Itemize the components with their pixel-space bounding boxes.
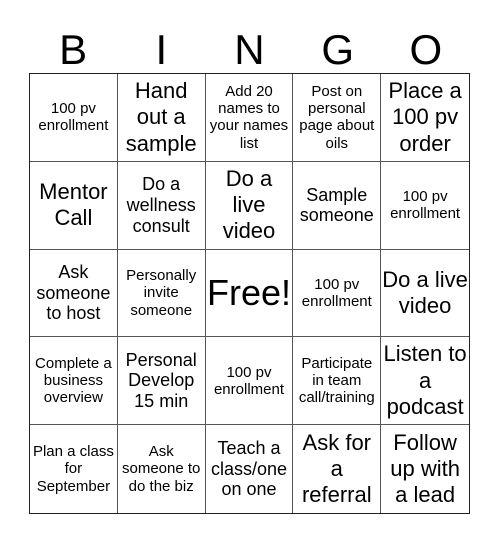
header-letter-b: B xyxy=(59,26,88,73)
bingo-cell[interactable]: 100 pv enrollment xyxy=(30,74,118,162)
bingo-cell[interactable]: 100 pv enrollment xyxy=(293,249,382,338)
header-letter-o: O xyxy=(409,26,443,73)
header-letter-n: N xyxy=(234,26,265,73)
bingo-board: 100 pv enrollment Hand out a sample Add … xyxy=(29,73,470,514)
bingo-cell[interactable]: Hand out a sample xyxy=(117,74,206,162)
bingo-cell[interactable]: Ask someone to do the biz xyxy=(118,425,206,513)
bingo-cell[interactable]: Personal Develop 15 min xyxy=(117,337,206,426)
bingo-cell[interactable]: Post on personal page about oils xyxy=(293,74,382,162)
bingo-cell[interactable]: 100 pv enrollment xyxy=(381,162,469,250)
bingo-cell[interactable]: Do a live video xyxy=(381,250,469,338)
bingo-cell[interactable]: Plan a class for September xyxy=(30,425,118,513)
bingo-cell[interactable]: Listen to a podcast xyxy=(381,337,469,426)
bingo-cell[interactable]: Ask someone to host xyxy=(30,249,118,338)
bingo-cell[interactable]: Personally invite someone xyxy=(117,249,206,338)
bingo-cell[interactable]: Complete a business overview xyxy=(30,337,118,426)
bingo-header: B I N G O xyxy=(29,26,470,74)
bingo-cell[interactable]: 100 pv enrollment xyxy=(205,337,294,426)
bingo-cell[interactable]: Do a live video xyxy=(205,161,294,250)
bingo-cell[interactable]: Follow up with a lead xyxy=(381,425,469,513)
header-letter-i: I xyxy=(155,26,168,73)
bingo-cell[interactable]: Teach a class/one on one xyxy=(206,425,294,513)
bingo-cell[interactable]: Sample someone xyxy=(293,161,382,250)
bingo-cell[interactable]: Place a 100 pv order xyxy=(381,74,469,162)
bingo-cell[interactable]: Ask for a referral xyxy=(293,425,382,513)
free-space-cell[interactable]: Free! xyxy=(205,249,294,338)
bingo-cell[interactable]: Mentor Call xyxy=(30,161,118,250)
bingo-cell[interactable]: Do a wellness consult xyxy=(117,161,206,250)
bingo-cell[interactable]: Participate in team call/training xyxy=(293,337,382,426)
header-letter-g: G xyxy=(321,26,354,73)
bingo-cell[interactable]: Add 20 names to your names list xyxy=(205,74,294,162)
